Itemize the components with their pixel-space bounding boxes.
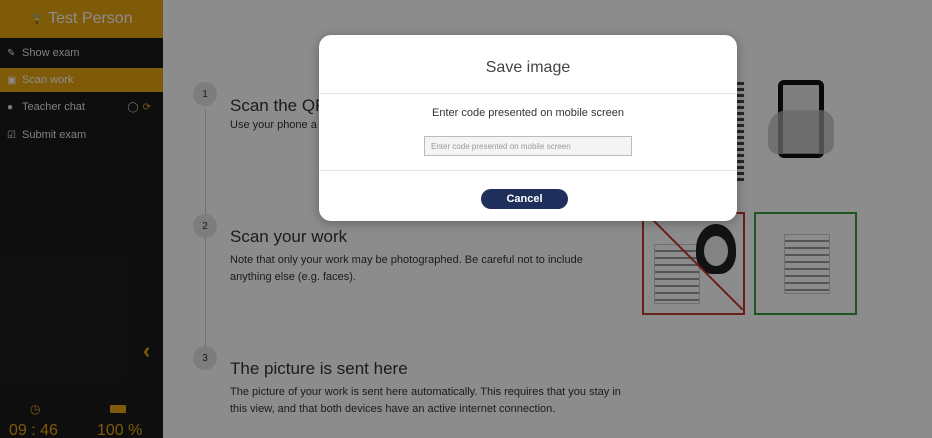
code-input[interactable]: [424, 136, 632, 156]
divider: [319, 170, 737, 171]
divider: [319, 93, 737, 94]
save-image-dialog: Save image Enter code presented on mobil…: [319, 35, 737, 221]
cancel-button[interactable]: Cancel: [481, 189, 568, 209]
dialog-prompt: Enter code presented on mobile screen: [431, 107, 624, 119]
dialog-title: Save image: [485, 59, 571, 76]
